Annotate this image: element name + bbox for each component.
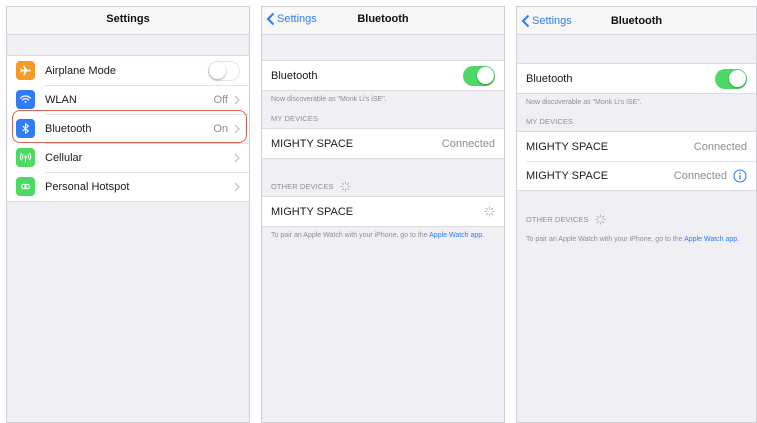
connecting-spinner-icon [484, 206, 495, 217]
apple-watch-note-text: To pair an Apple Watch with your iPhone,… [526, 236, 683, 243]
device-row[interactable]: MIGHTY SPACE Connected [517, 161, 756, 190]
cellular-icon [16, 148, 35, 167]
device-row[interactable]: MIGHTY SPACE Connected [517, 132, 756, 161]
bluetooth-toggle-row: Bluetooth [262, 61, 504, 90]
navigation-bar: Settings Bluetooth [517, 7, 756, 35]
other-devices-label: OTHER DEVICES [271, 182, 334, 191]
settings-row-airplane-mode: Airplane Mode [7, 56, 249, 85]
bluetooth-screen-pairing: Settings Bluetooth Bluetooth Now discove… [261, 6, 505, 423]
my-devices-list: MIGHTY SPACE Connected [262, 128, 504, 159]
apple-watch-app-link[interactable]: Apple Watch app. [684, 236, 739, 243]
bluetooth-screen-connected: Settings Bluetooth Bluetooth Now discove… [516, 6, 757, 423]
my-devices-header: MY DEVICES [271, 114, 319, 123]
hotspot-icon [16, 177, 35, 196]
wifi-icon [16, 90, 35, 109]
my-devices-header: MY DEVICES [526, 117, 574, 126]
other-devices-list: MIGHTY SPACE [262, 196, 504, 227]
page-title: Bluetooth [357, 13, 409, 25]
bluetooth-toggle[interactable] [715, 68, 747, 89]
device-name: MIGHTY SPACE [271, 205, 354, 218]
navigation-bar: Settings [7, 7, 249, 35]
bluetooth-toggle-label: Bluetooth [271, 69, 318, 82]
settings-row-label: Airplane Mode [45, 64, 116, 77]
settings-row-cellular[interactable]: Cellular [7, 143, 249, 172]
bluetooth-row-highlight [12, 110, 247, 143]
bluetooth-toggle-group: Bluetooth [517, 63, 756, 94]
device-status: Connected [441, 137, 495, 150]
device-status: Connected [673, 169, 727, 182]
bluetooth-toggle-label: Bluetooth [526, 72, 573, 85]
apple-watch-note: To pair an Apple Watch with your iPhone,… [526, 235, 748, 245]
device-row[interactable]: MIGHTY SPACE [262, 197, 504, 226]
device-name: MIGHTY SPACE [271, 137, 354, 150]
device-name: MIGHTY SPACE [526, 140, 609, 153]
apple-watch-note: To pair an Apple Watch with your iPhone,… [271, 231, 496, 241]
settings-row-label: Cellular [45, 151, 83, 164]
wlan-status-value: Off [213, 93, 228, 106]
bluetooth-toggle-group: Bluetooth [262, 60, 504, 91]
settings-screen: Settings Airplane Mode WLAN Off Bluetoot… [6, 6, 250, 423]
airplane-icon [16, 61, 35, 80]
other-devices-label: OTHER DEVICES [526, 215, 589, 224]
page-title: Bluetooth [610, 15, 663, 27]
settings-row-label: Personal Hotspot [45, 180, 130, 193]
loading-spinner-icon [594, 214, 606, 225]
page-title: Settings [106, 13, 150, 25]
my-devices-list: MIGHTY SPACE Connected MIGHTY SPACE Conn… [517, 131, 756, 191]
loading-spinner-icon [339, 181, 351, 192]
airplane-mode-toggle[interactable] [208, 60, 240, 81]
chevron-right-icon [234, 182, 240, 191]
settings-row-personal-hotspot[interactable]: Personal Hotspot [7, 172, 249, 201]
device-name: MIGHTY SPACE [526, 169, 609, 182]
chevron-right-icon [234, 95, 240, 104]
other-devices-header: OTHER DEVICES [271, 181, 351, 192]
chevron-right-icon [234, 153, 240, 162]
discoverable-note: Now discoverable as "Monk Li's iSE". [271, 96, 387, 103]
discoverable-note: Now discoverable as "Monk Li's iSE". [526, 99, 642, 106]
settings-row-label: WLAN [45, 93, 77, 106]
device-row[interactable]: MIGHTY SPACE Connected [262, 129, 504, 158]
apple-watch-app-link[interactable]: Apple Watch app. [429, 232, 484, 239]
other-devices-header: OTHER DEVICES [526, 214, 606, 225]
navigation-bar: Settings Bluetooth [262, 7, 504, 35]
info-icon[interactable] [733, 168, 747, 183]
bluetooth-toggle-row: Bluetooth [517, 64, 756, 93]
bluetooth-toggle[interactable] [463, 65, 495, 86]
device-status: Connected [693, 140, 747, 153]
apple-watch-note-text: To pair an Apple Watch with your iPhone,… [271, 232, 428, 239]
